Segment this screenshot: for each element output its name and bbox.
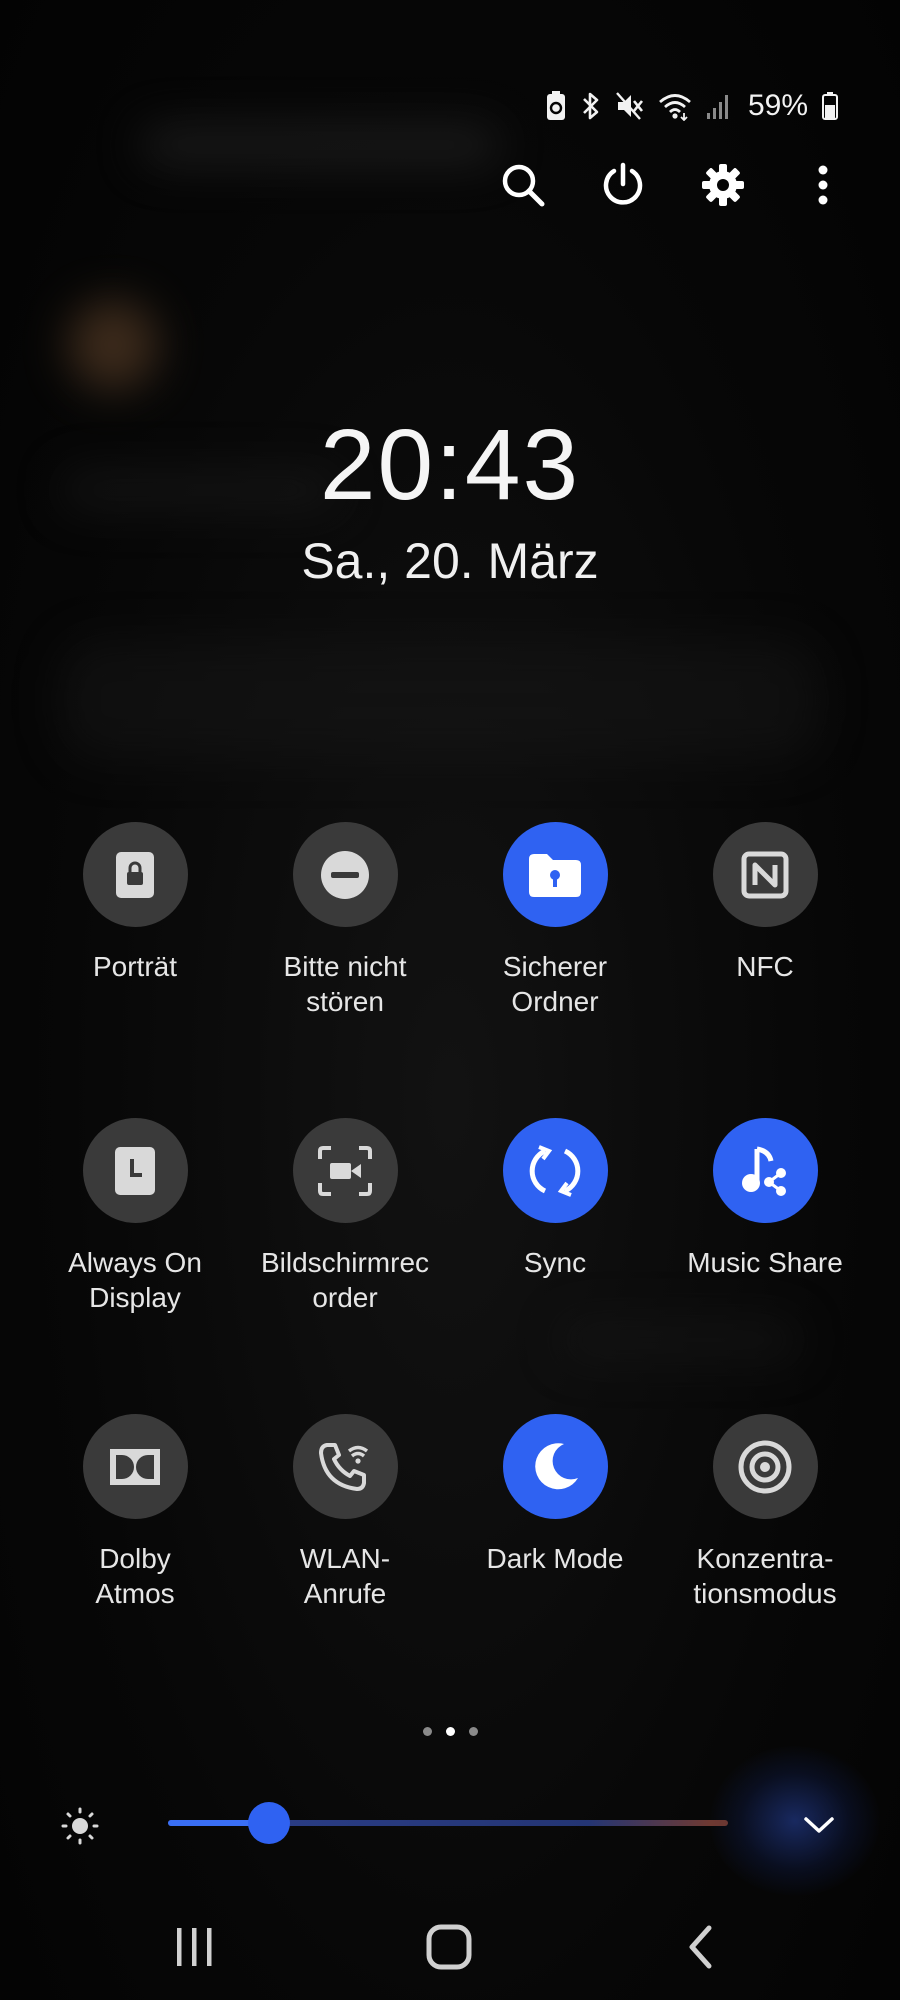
dark-mode-moon-icon	[535, 1442, 578, 1489]
tile-label: Sicherer Ordner	[502, 951, 608, 1017]
tile-button[interactable]	[82, 1118, 188, 1223]
home-icon	[426, 1924, 472, 1970]
settings-gear-icon	[702, 164, 744, 206]
tile-dark-mode[interactable]: Dark Mode	[450, 1414, 660, 1642]
power-button[interactable]	[598, 160, 648, 210]
tile-wifi-calling[interactable]: WLAN- Anrufe	[240, 1414, 450, 1642]
tile-button[interactable]	[502, 1118, 608, 1223]
music-share-icon	[742, 1146, 786, 1196]
tile-portrait[interactable]: Porträt	[30, 822, 240, 1050]
tile-label: WLAN- Anrufe	[299, 1543, 391, 1609]
bluetooth-icon	[580, 91, 602, 121]
tile-label: Porträt	[92, 951, 178, 982]
chevron-down-icon	[804, 1817, 834, 1833]
portrait-lock-icon	[116, 851, 154, 898]
screen-recorder-icon	[318, 1145, 372, 1196]
always-on-display-icon	[115, 1146, 155, 1195]
tile-dolby-atmos[interactable]: Dolby Atmos	[30, 1414, 240, 1642]
battery-percentage: 59%	[747, 89, 808, 122]
back-icon	[689, 1925, 712, 1969]
search-icon	[502, 164, 545, 207]
tile-nfc[interactable]: NFC	[660, 822, 870, 1050]
tile-focus-mode[interactable]: Konzentra- tionsmodus	[660, 1414, 870, 1642]
tile-button[interactable]	[82, 1414, 188, 1519]
mute-icon	[616, 91, 644, 121]
wifi-icon	[658, 91, 692, 121]
focus-mode-icon	[738, 1440, 792, 1493]
brightness-sun-icon	[61, 1807, 99, 1845]
tile-button[interactable]	[712, 1414, 818, 1519]
brightness-slider-thumb[interactable]	[247, 1802, 290, 1844]
settings-button[interactable]	[698, 160, 748, 210]
tile-sync[interactable]: Sync	[450, 1118, 660, 1346]
clock-time[interactable]: 20:43	[0, 408, 900, 523]
tile-label: Always On Display	[68, 1247, 202, 1313]
navigation-bar	[0, 1900, 900, 1980]
brightness-slider[interactable]	[168, 1802, 728, 1844]
sync-icon	[529, 1144, 581, 1197]
tile-do-not-disturb[interactable]: Bitte nicht stören	[240, 822, 450, 1050]
tile-button[interactable]	[292, 822, 398, 927]
tile-secure-folder[interactable]: Sicherer Ordner	[450, 822, 660, 1050]
tile-label: Bildschirmrec order	[260, 1247, 430, 1313]
page-dot	[422, 1727, 432, 1736]
blurred-background-text	[60, 640, 820, 760]
tile-label: Dark Mode	[486, 1543, 624, 1574]
recents-button[interactable]	[160, 1912, 230, 1982]
tile-button[interactable]	[502, 822, 608, 927]
tile-label: Bitte nicht stören	[283, 951, 407, 1017]
page-dot	[468, 1727, 478, 1736]
blurred-background-avatar	[68, 300, 158, 390]
power-icon	[603, 162, 643, 205]
tile-music-share[interactable]: Music Share	[660, 1118, 870, 1346]
dolby-atmos-icon	[110, 1448, 160, 1485]
recents-icon	[177, 1928, 212, 1966]
tile-label: Konzentra- tionsmodus	[693, 1543, 837, 1609]
brightness-control	[60, 1746, 880, 1896]
battery-icon	[822, 91, 838, 121]
clock-date[interactable]: Sa., 20. März	[0, 532, 900, 590]
tile-button[interactable]	[712, 1118, 818, 1223]
status-bar: 59%	[546, 84, 838, 128]
tile-label: Dolby Atmos	[95, 1543, 175, 1609]
quick-panel-actions	[498, 160, 848, 210]
wifi-calling-icon	[319, 1442, 369, 1491]
blurred-background-text	[140, 125, 500, 165]
home-button[interactable]	[414, 1912, 484, 1982]
tile-button[interactable]	[502, 1414, 608, 1519]
more-options-button[interactable]	[798, 160, 848, 210]
tile-button[interactable]	[82, 822, 188, 927]
search-button[interactable]	[498, 160, 548, 210]
more-vertical-icon	[818, 165, 828, 205]
quick-settings-grid: Porträt Bitte nicht stören Sicherer Ordn…	[30, 822, 870, 1642]
back-button[interactable]	[666, 1912, 736, 1982]
page-indicator	[0, 1727, 900, 1736]
signal-icon	[706, 91, 732, 121]
expand-panel-button[interactable]	[796, 1802, 842, 1848]
tile-screen-recorder[interactable]: Bildschirmrec order	[240, 1118, 450, 1346]
tile-button[interactable]	[292, 1118, 398, 1223]
tile-label: Music Share	[687, 1247, 843, 1278]
tile-label: Sync	[523, 1247, 587, 1278]
battery-saver-icon	[546, 91, 566, 121]
expand-glow	[710, 1746, 880, 1896]
nfc-icon	[741, 851, 789, 898]
tile-always-on-display[interactable]: Always On Display	[30, 1118, 240, 1346]
secure-folder-icon	[529, 853, 581, 897]
tile-button[interactable]	[292, 1414, 398, 1519]
tile-button[interactable]	[712, 822, 818, 927]
tile-label: NFC	[736, 951, 794, 982]
quick-settings-panel: 59% 20:43 Sa., 20. März Porträt Bitte ni…	[0, 0, 900, 2000]
do-not-disturb-icon	[321, 850, 369, 899]
page-dot	[445, 1727, 455, 1736]
